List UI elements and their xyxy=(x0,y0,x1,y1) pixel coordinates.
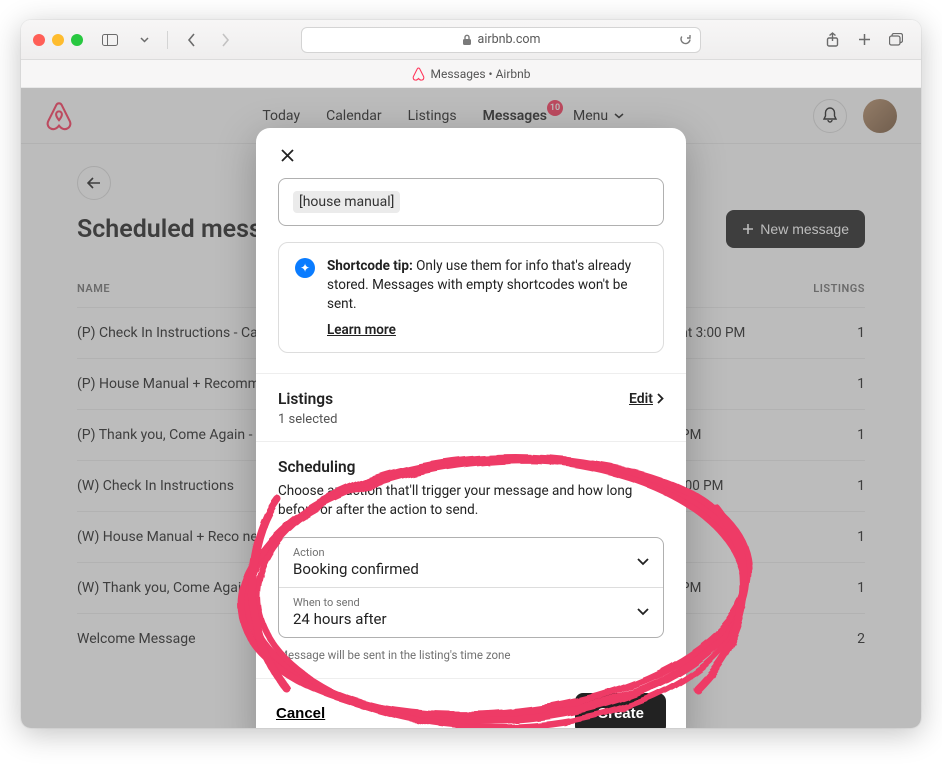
create-message-modal: [house manual] ✦ Shortcode tip: Only use… xyxy=(256,128,686,728)
scheduling-description: Choose an action that'll trigger your me… xyxy=(278,482,664,521)
url-host: airbnb.com xyxy=(478,32,541,47)
share-icon[interactable] xyxy=(819,28,845,52)
scheduling-section: Scheduling Choose an action that'll trig… xyxy=(256,441,686,662)
tab-title-bar: Messages • Airbnb xyxy=(21,60,921,88)
chevron-down-icon[interactable] xyxy=(131,28,157,52)
tab-title-text: Messages • Airbnb xyxy=(431,67,531,81)
action-label: Action xyxy=(293,546,649,559)
modal-footer: Cancel Create xyxy=(256,678,686,728)
edit-listings-button[interactable]: Edit xyxy=(629,391,664,407)
back-icon[interactable] xyxy=(178,28,204,52)
sidebar-toggle-icon[interactable] xyxy=(97,28,123,52)
create-button[interactable]: Create xyxy=(575,693,666,728)
message-textbox[interactable]: [house manual] xyxy=(278,178,664,226)
browser-window: airbnb.com Messages • Airbnb xyxy=(21,20,921,728)
timezone-helper: Message will be sent in the listing's ti… xyxy=(278,648,664,662)
listings-heading: Listings xyxy=(278,390,333,408)
airbnb-favicon-icon xyxy=(412,67,425,81)
chevron-down-icon xyxy=(637,558,649,566)
shortcode-chip: [house manual] xyxy=(293,191,400,213)
traffic-lights[interactable] xyxy=(33,34,83,46)
page: Today Calendar Listings Messages 10 Menu xyxy=(21,88,921,728)
forward-icon xyxy=(212,28,238,52)
url-bar[interactable]: airbnb.com xyxy=(301,27,701,53)
action-select[interactable]: Action Booking confirmed xyxy=(279,538,663,587)
when-select[interactable]: When to send 24 hours after xyxy=(279,587,663,637)
listings-selected: 1 selected xyxy=(278,412,664,427)
tip-text: Shortcode tip: Only use them for info th… xyxy=(327,257,647,314)
tabs-icon[interactable] xyxy=(883,28,909,52)
when-value: 24 hours after xyxy=(293,610,649,628)
scheduling-heading: Scheduling xyxy=(278,458,355,476)
close-icon xyxy=(281,149,294,162)
scheduling-fields: Action Booking confirmed When to send 24… xyxy=(278,537,664,638)
minimize-window-icon[interactable] xyxy=(52,34,64,46)
learn-more-link[interactable]: Learn more xyxy=(327,322,647,338)
chevron-down-icon xyxy=(637,608,649,616)
close-button[interactable] xyxy=(274,142,300,168)
lightbulb-icon: ✦ xyxy=(295,258,315,278)
cancel-button[interactable]: Cancel xyxy=(276,705,325,722)
maximize-window-icon[interactable] xyxy=(71,34,83,46)
listings-section: Listings Edit 1 selected xyxy=(256,373,686,427)
action-value: Booking confirmed xyxy=(293,560,649,578)
close-window-icon[interactable] xyxy=(33,34,45,46)
reload-icon[interactable] xyxy=(679,33,692,46)
chevron-right-icon xyxy=(657,393,664,404)
browser-toolbar: airbnb.com xyxy=(21,20,921,60)
shortcode-tip: ✦ Shortcode tip: Only use them for info … xyxy=(278,242,664,353)
new-tab-icon[interactable] xyxy=(851,28,877,52)
lock-icon xyxy=(462,34,472,46)
when-label: When to send xyxy=(293,596,649,609)
